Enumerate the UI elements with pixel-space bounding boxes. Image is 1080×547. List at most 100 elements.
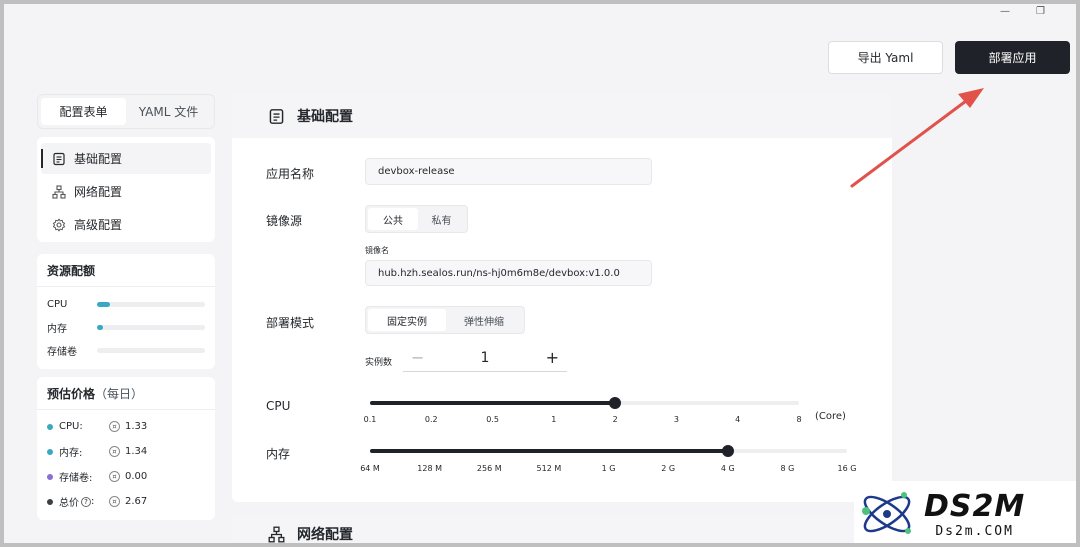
cpu-tick-label: 4 <box>735 415 741 424</box>
price-value: 1.33 <box>125 421 148 432</box>
app-name-label: 应用名称 <box>266 167 315 181</box>
nav-item-basic[interactable]: 基础配置 <box>41 143 211 174</box>
resource-label: CPU <box>47 299 68 310</box>
cpu-tick-label: 8 <box>796 415 802 424</box>
cpu-slider[interactable] <box>370 397 799 409</box>
watermark-brand: DS2M <box>924 489 1026 524</box>
price-label: CPU: <box>59 421 83 432</box>
cpu-label: CPU <box>266 399 291 413</box>
price-subtitle: （每日） <box>95 386 144 401</box>
deploy-mode-toggle: 固定实例 弹性伸缩 <box>365 306 525 334</box>
mem-tick-label: 16 G <box>837 464 857 473</box>
price-value: 0.00 <box>125 471 148 482</box>
resource-label: 内存 <box>47 324 67 335</box>
memory-label: 内存 <box>266 447 291 461</box>
instance-count-stepper: − 1 + <box>403 344 567 372</box>
price-value: 2.67 <box>125 496 148 507</box>
minus-icon[interactable]: − <box>411 348 424 367</box>
form-mode-tabs: 配置表单 YAML 文件 <box>37 94 215 129</box>
gear-icon <box>51 217 67 233</box>
memory-slider[interactable] <box>370 445 847 457</box>
price-row-cpu: CPU: ¤ 1.33 <box>37 414 215 439</box>
mem-tick-label: 256 M <box>476 464 502 473</box>
cpu-tick-label: 3 <box>673 415 679 424</box>
status-dot <box>47 423 53 430</box>
total-label-text: 总价 <box>59 498 79 509</box>
mem-tick-label: 512 M <box>536 464 562 473</box>
plus-icon[interactable]: + <box>546 348 559 367</box>
app-name-input[interactable]: devbox-release <box>365 158 652 185</box>
restore-icon[interactable]: ❐ <box>1036 6 1045 17</box>
image-name-label: 镜像名 <box>365 246 389 255</box>
image-source-label: 镜像源 <box>266 214 303 228</box>
price-row-total: 总价 ? : ¤ 2.67 <box>37 489 215 514</box>
minimize-icon[interactable]: — <box>1000 6 1010 17</box>
cpu-tick-label: 2 <box>612 415 618 424</box>
cpu-tick-label: 0.1 <box>363 415 377 424</box>
memory-slider-handle[interactable] <box>721 445 734 457</box>
deploy-mode-autoscale[interactable]: 弹性伸缩 <box>446 309 522 331</box>
section-nav: 基础配置 网络配置 高级配置 <box>37 137 215 242</box>
resource-quota-title: 资源配额 <box>37 254 215 287</box>
resource-row-memory: 内存 <box>37 316 215 339</box>
mem-tick-label: 1 G <box>601 464 616 473</box>
total-label-suffix: : <box>91 496 95 507</box>
page-title: 基础配置 <box>297 109 353 125</box>
resource-label: 存储卷 <box>47 347 77 358</box>
nav-item-label: 网络配置 <box>74 185 123 199</box>
nav-item-network[interactable]: 网络配置 <box>41 176 211 207</box>
watermark-url: Ds2m.COM <box>935 524 1014 539</box>
cpu-tick-label: 0.2 <box>424 415 438 424</box>
instance-count-value[interactable]: 1 <box>481 350 490 366</box>
resource-bar <box>97 348 205 353</box>
price-estimate-title: 预估价格 （每日） <box>37 377 215 410</box>
resource-quota-card: 资源配额 CPU 内存 存储卷 <box>37 254 215 369</box>
cpu-tick-label: 1 <box>551 415 557 424</box>
network-icon <box>267 525 285 543</box>
price-title-text: 预估价格 <box>47 386 96 401</box>
watermark-logo: DS2M Ds2m.COM <box>854 481 1076 543</box>
image-source-private[interactable]: 私有 <box>418 208 465 230</box>
price-value: 1.34 <box>125 446 148 457</box>
deploy-mode-fixed[interactable]: 固定实例 <box>368 309 446 331</box>
instance-count-label: 实例数 <box>365 358 393 368</box>
mem-tick-label: 128 M <box>417 464 442 473</box>
coin-icon: ¤ <box>109 496 120 507</box>
coin-icon: ¤ <box>109 471 120 482</box>
resource-bar-fill <box>97 302 110 307</box>
price-label: 内存: <box>59 448 83 459</box>
mem-tick-label: 2 G <box>661 464 676 473</box>
app-window: — ❐ 导出 Yaml 部署应用 配置表单 YAML 文件 基础配置 网络配置 … <box>4 4 1076 543</box>
coin-icon: ¤ <box>109 421 120 432</box>
image-name-input[interactable]: hub.hzh.sealos.run/ns-hj0m6m8e/devbox:v1… <box>365 260 652 286</box>
price-label: 存储卷: <box>59 473 93 484</box>
price-estimate-card: 预估价格 （每日） CPU: ¤ 1.33 内存: ¤ 1.34 存储卷: ¤ … <box>37 377 215 520</box>
atom-icon <box>862 492 911 534</box>
resource-bar <box>97 325 205 330</box>
tab-config-form[interactable]: 配置表单 <box>41 98 126 125</box>
image-source-toggle: 公共 私有 <box>365 205 468 233</box>
cpu-slider-handle[interactable] <box>609 397 622 409</box>
cpu-tick-label: 0.5 <box>486 415 499 424</box>
memory-slider-fill <box>370 449 728 453</box>
network-config-header: 网络配置 <box>232 514 892 543</box>
price-label: 总价 ? : <box>59 494 109 509</box>
network-icon <box>51 184 67 200</box>
nav-item-label: 高级配置 <box>74 218 123 232</box>
price-row-storage: 存储卷: ¤ 0.00 <box>37 464 215 489</box>
mem-tick-label: 64 M <box>360 464 380 473</box>
price-row-memory: 内存: ¤ 1.34 <box>37 439 215 464</box>
resource-row-cpu: CPU <box>37 293 215 316</box>
tab-yaml-file[interactable]: YAML 文件 <box>126 98 211 125</box>
mem-tick-label: 8 G <box>780 464 795 473</box>
basic-config-panel: 基础配置 应用名称 devbox-release 镜像源 公共 私有 镜像名 h… <box>232 94 892 502</box>
nav-item-advanced[interactable]: 高级配置 <box>41 209 211 240</box>
export-yaml-button[interactable]: 导出 Yaml <box>828 41 943 74</box>
image-source-public[interactable]: 公共 <box>368 208 418 230</box>
status-dot <box>47 473 53 480</box>
resource-bar-fill <box>97 325 104 330</box>
cpu-unit: (Core) <box>815 411 846 422</box>
help-icon[interactable]: ? <box>81 496 91 507</box>
deploy-app-button[interactable]: 部署应用 <box>955 41 1070 74</box>
status-dot <box>47 498 53 505</box>
